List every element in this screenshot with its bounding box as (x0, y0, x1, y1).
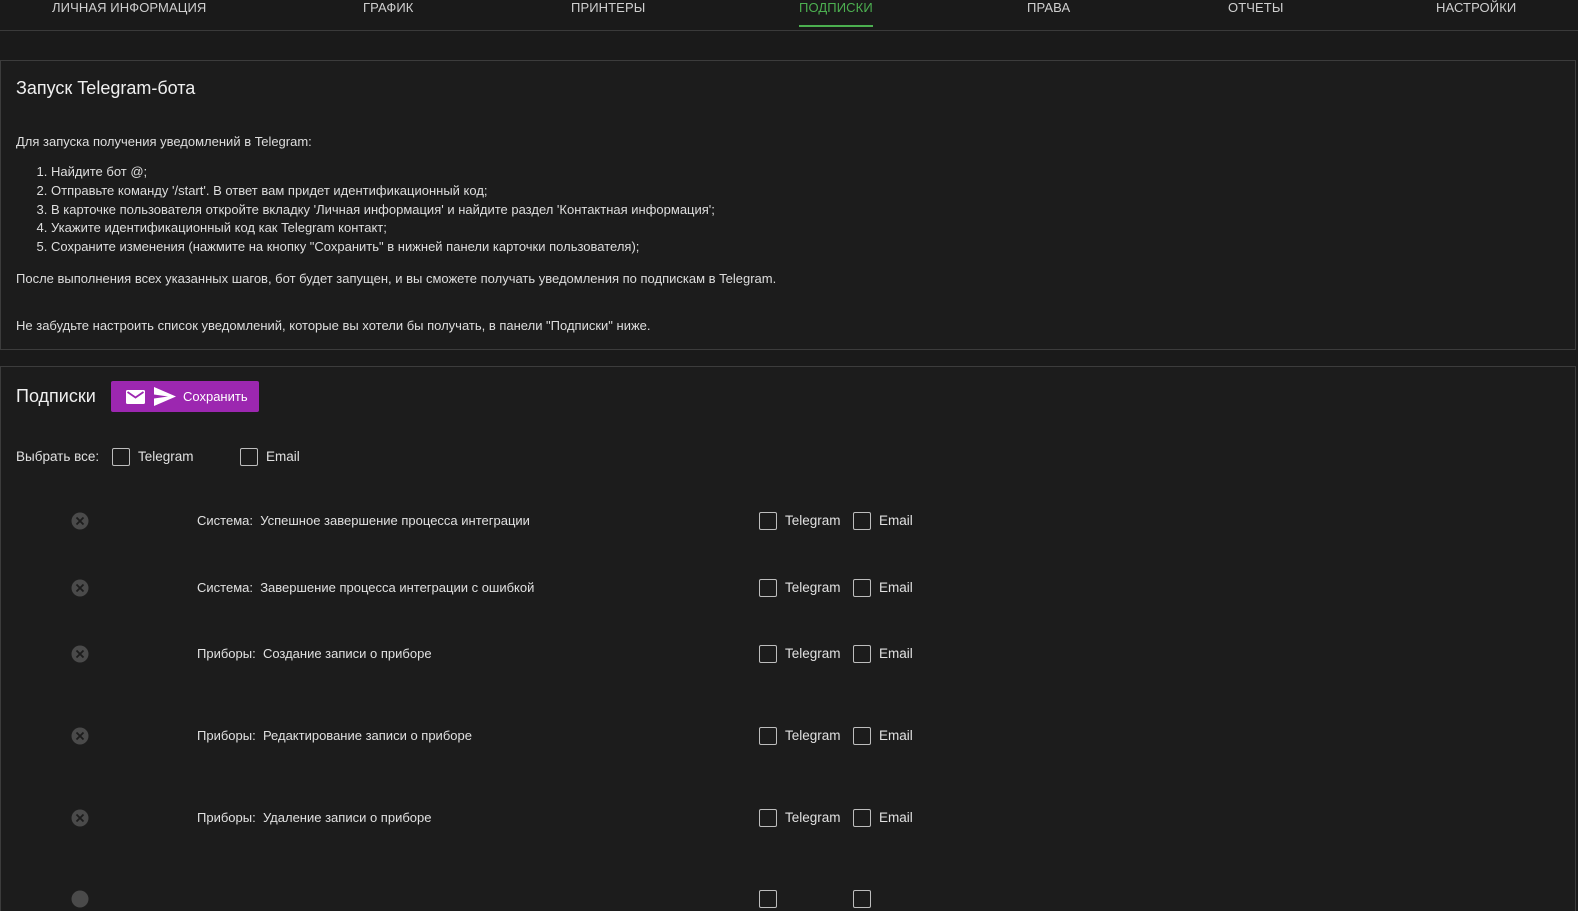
subscription-event: Редактирование записи о приборе (262, 728, 472, 743)
telegram-bot-panel: Запуск Telegram-бота Для запуска получен… (0, 60, 1576, 350)
subscription-row: Система: Успешное завершение процесса ин… (1, 509, 1577, 533)
select-all-email-checkbox[interactable] (240, 448, 258, 466)
telegram-checkbox[interactable] (759, 579, 777, 597)
select-all-telegram-checkbox[interactable] (112, 448, 130, 466)
subscription-name: Система: Успешное завершение процесса ин… (197, 513, 530, 528)
subscription-event: Успешное завершение процесса интеграции (260, 513, 530, 528)
tab-subscriptions[interactable]: ПОДПИСКИ (799, 0, 873, 27)
subscription-row (1, 887, 1577, 911)
remove-circle-icon[interactable] (71, 512, 89, 530)
bot-step: Сохраните изменения (нажмите на кнопку "… (51, 238, 715, 257)
subscription-name: Система: Завершение процесса интеграции … (197, 580, 534, 595)
bot-steps-list: Найдите бот @; Отправьте команду '/start… (16, 163, 715, 257)
subscriptions-title: Подписки (16, 386, 96, 406)
tab-schedule[interactable]: ГРАФИК (363, 0, 413, 28)
mail-icon (126, 390, 145, 404)
email-label: Email (879, 728, 913, 743)
bot-step: Укажите идентификационный код как Telegr… (51, 219, 715, 238)
email-checkbox[interactable] (853, 727, 871, 745)
telegram-checkbox[interactable] (759, 727, 777, 745)
telegram-label: Telegram (785, 810, 841, 825)
subscription-event: Удаление записи о приборе (262, 810, 432, 825)
tab-personal-info[interactable]: ЛИЧНАЯ ИНФОРМАЦИЯ (52, 0, 206, 28)
email-label: Email (879, 646, 913, 661)
remove-circle-icon[interactable] (71, 890, 89, 908)
subscription-category: Система: (197, 513, 253, 528)
save-button[interactable]: Сохранить (111, 381, 259, 412)
tab-rights[interactable]: ПРАВА (1027, 0, 1070, 28)
tab-printers[interactable]: ПРИНТЕРЫ (571, 0, 645, 28)
email-label: Email (879, 810, 913, 825)
subscriptions-panel: Подписки Сохранить Выбрать все: Telegram… (0, 366, 1576, 911)
tab-settings[interactable]: НАСТРОЙКИ (1436, 0, 1516, 28)
select-all-telegram-label: Telegram (138, 449, 194, 464)
remove-circle-icon[interactable] (71, 645, 89, 663)
top-navigation: ЛИЧНАЯ ИНФОРМАЦИЯ ГРАФИК ПРИНТЕРЫ ПОДПИС… (0, 0, 1578, 31)
email-label: Email (879, 513, 913, 528)
subscription-row: Приборы: Удаление записи о приборе Teleg… (1, 806, 1577, 830)
bot-step: Найдите бот @; (51, 163, 715, 182)
bot-after-text: После выполнения всех указанных шагов, б… (16, 271, 777, 286)
email-checkbox[interactable] (853, 645, 871, 663)
save-button-label: Сохранить (183, 389, 248, 404)
bot-step: В карточке пользователя откройте вкладку… (51, 201, 715, 220)
subscription-category: Приборы: (197, 728, 256, 743)
bot-panel-title: Запуск Telegram-бота (16, 78, 196, 98)
remove-circle-icon[interactable] (71, 579, 89, 597)
subscription-row: Приборы: Редактирование записи о приборе… (1, 724, 1577, 748)
tab-reports[interactable]: ОТЧЕТЫ (1228, 0, 1283, 28)
subscription-name: Приборы: Создание записи о приборе (197, 646, 432, 661)
email-label: Email (879, 580, 913, 595)
bot-step: Отправьте команду '/start'. В ответ вам … (51, 182, 715, 201)
remove-circle-icon[interactable] (71, 809, 89, 827)
subscription-category: Приборы: (197, 646, 256, 661)
telegram-label: Telegram (785, 513, 841, 528)
subscription-row: Система: Завершение процесса интеграции … (1, 576, 1577, 600)
telegram-checkbox[interactable] (759, 512, 777, 530)
bot-intro-text: Для запуска получения уведомлений в Tele… (16, 134, 312, 149)
email-checkbox[interactable] (853, 890, 871, 908)
telegram-checkbox[interactable] (759, 809, 777, 827)
subscription-event: Создание записи о приборе (262, 646, 432, 661)
telegram-label: Telegram (785, 728, 841, 743)
telegram-checkbox[interactable] (759, 645, 777, 663)
send-icon (154, 387, 176, 406)
subscription-row: Приборы: Создание записи о приборе Teleg… (1, 642, 1577, 666)
subscription-category: Приборы: (197, 810, 256, 825)
telegram-label: Telegram (785, 646, 841, 661)
subscription-name: Приборы: Редактирование записи о приборе (197, 728, 472, 743)
telegram-label: Telegram (785, 580, 841, 595)
select-all-email-label: Email (266, 449, 300, 464)
bot-reminder-text: Не забудьте настроить список уведомлений… (16, 318, 651, 333)
email-checkbox[interactable] (853, 512, 871, 530)
telegram-checkbox[interactable] (759, 890, 777, 908)
subscription-event: Завершение процесса интеграции с ошибкой (260, 580, 535, 595)
remove-circle-icon[interactable] (71, 727, 89, 745)
email-checkbox[interactable] (853, 809, 871, 827)
subscription-name: Приборы: Удаление записи о приборе (197, 810, 431, 825)
select-all-label: Выбрать все: (16, 449, 100, 464)
subscription-category: Система: (197, 580, 253, 595)
email-checkbox[interactable] (853, 579, 871, 597)
